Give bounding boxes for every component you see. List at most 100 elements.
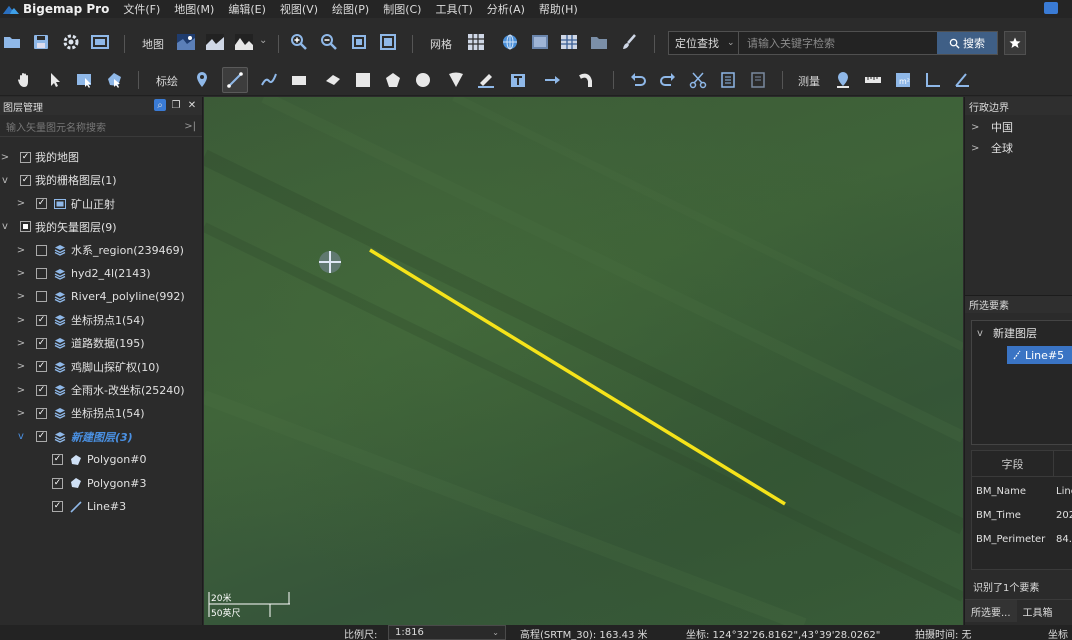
brush-icon[interactable] [619,32,639,52]
search-input[interactable] [739,32,937,54]
measure-point-icon[interactable] [833,70,853,90]
layer-visibility-checkbox[interactable]: ✓ [36,314,47,326]
full-extent-icon[interactable] [378,32,398,52]
layer-tree-row[interactable]: ✓ Line#3 [32,496,126,518]
chevron-right-icon[interactable]: > [0,152,10,163]
layer-tree-row[interactable]: > ✓ 全雨水-改坐标(25240) [16,379,185,401]
admin-item-global[interactable]: > 全球 [971,138,1013,158]
layer-tree-row[interactable]: > hyd2_4l(2143) [16,263,151,285]
selection-layer-node[interactable]: v 新建图层 [977,323,1037,343]
layer-tree-row[interactable]: v 我的矢量图层(9) [0,216,117,238]
menu-cartography[interactable]: 制图(C) [383,1,421,17]
redo-icon[interactable] [658,70,678,90]
layer-visibility-checkbox[interactable]: ✓ [36,384,47,396]
draw-line-icon[interactable] [222,67,248,93]
map-dropdown-chevron-icon[interactable]: ⌄ [259,35,267,46]
menu-file[interactable]: 文件(F) [123,1,160,17]
draw-rectangle-icon[interactable] [289,70,309,90]
layer-tree-row[interactable]: ✓ Polygon#3 [32,472,146,494]
search-icon[interactable]: ⌕ [154,99,166,111]
layer-tree-row[interactable]: v ✓ 新建图层(3) [16,426,133,448]
chevron-right-icon[interactable]: > [16,198,26,209]
scale-dropdown[interactable]: 1:816 ⌄ [388,625,506,640]
satellite-map-icon[interactable] [176,32,196,52]
layer-tree-row[interactable]: ✓ Polygon#0 [32,449,146,471]
undo-icon[interactable] [628,70,648,90]
copy-icon[interactable] [718,70,738,90]
chat-icon[interactable] [1044,2,1058,14]
draw-polygon-icon[interactable] [383,70,403,90]
folder-icon[interactable] [589,32,609,52]
layer-visibility-checkbox[interactable] [36,268,47,279]
search-type-dropdown[interactable]: 定位查找 ⌄ [669,32,739,54]
chevron-right-icon[interactable]: > [16,268,26,279]
zoom-out-icon[interactable] [319,32,339,52]
menu-draw[interactable]: 绘图(P) [332,1,369,17]
layer-visibility-checkbox[interactable]: ✓ [36,337,47,349]
layer-tree-row[interactable]: > ✓ 道路数据(195) [16,332,145,354]
search-button[interactable]: 搜索 [937,32,997,54]
measure-azimuth-icon[interactable] [952,70,972,90]
menu-edit[interactable]: 编辑(E) [228,1,266,17]
layer-tree-row[interactable]: > ✓ 坐标拐点1(54) [16,309,145,331]
measure-distance-icon[interactable] [863,70,883,90]
draw-text-icon[interactable] [476,70,496,90]
close-icon[interactable]: ✕ [186,99,198,111]
hybrid-map-icon[interactable] [205,32,225,52]
draw-polyline-icon[interactable] [259,70,279,90]
measure-area-icon[interactable]: m² [893,70,913,90]
layer-visibility-checkbox[interactable]: ✓ [52,501,63,512]
layer-visibility-checkbox[interactable]: ✓ [36,361,47,373]
collapse-panel-icon[interactable]: >| [184,121,196,132]
chevron-down-icon[interactable]: v [0,221,10,232]
layer-visibility-checkbox[interactable]: ✓ [36,431,47,443]
admin-item-china[interactable]: > 中国 [971,117,1013,137]
terrain-map-icon[interactable] [234,32,254,52]
favorite-star-button[interactable] [1004,31,1026,55]
select-arrow-icon[interactable] [45,70,65,90]
chevron-down-icon[interactable]: v [16,431,26,442]
select-feature-icon[interactable] [105,70,125,90]
select-area-icon[interactable] [75,70,95,90]
chevron-down-icon[interactable]: v [0,175,10,186]
globe-icon[interactable] [500,32,520,52]
layer-tree-row[interactable]: > River4_polyline(992) [16,286,185,308]
layer-visibility-checkbox[interactable]: ✓ [52,477,63,489]
layer-visibility-checkbox[interactable] [20,221,31,233]
chevron-right-icon[interactable]: > [16,385,26,396]
layer-visibility-checkbox[interactable]: ✓ [52,454,63,466]
menu-map[interactable]: 地图(M) [174,1,214,17]
layer-visibility-checkbox[interactable]: ✓ [20,174,31,186]
marker-pin-icon[interactable] [192,70,212,90]
tile-grid-icon[interactable] [530,32,550,52]
draw-square-icon[interactable] [353,70,373,90]
chevron-right-icon[interactable]: > [16,245,26,256]
tab-toolbox[interactable]: 工具箱 [1017,600,1059,622]
zoom-in-icon[interactable] [289,32,309,52]
save-icon[interactable] [31,32,51,52]
layer-visibility-checkbox[interactable] [36,291,47,303]
grid-icon[interactable] [466,32,486,52]
layer-tree-row[interactable]: > ✓ 我的地图 [0,146,79,168]
chevron-right-icon[interactable]: > [16,291,26,302]
settings-gear-icon[interactable] [61,32,81,52]
draw-sector-icon[interactable] [446,70,466,90]
layer-visibility-checkbox[interactable]: ✓ [36,198,47,210]
menu-tools[interactable]: 工具(T) [435,1,472,17]
draw-curved-arrow-icon[interactable] [577,70,597,90]
float-window-icon[interactable]: ❐ [170,99,182,111]
layer-tree-row[interactable]: > 水系_region(239469) [16,239,184,261]
layer-tree-row[interactable]: v ✓ 我的栅格图层(1) [0,169,117,191]
selection-item-line[interactable]: Line#5 [1007,346,1072,364]
chevron-right-icon[interactable]: > [16,408,26,419]
text-box-icon[interactable] [508,70,528,90]
table-grid-icon[interactable] [559,32,579,52]
cut-scissors-icon[interactable] [688,70,708,90]
layer-tree-row[interactable]: > ✓ 矿山正射 [16,193,115,215]
map-canvas[interactable]: 20米 50英尺 [204,97,963,625]
open-folder-icon[interactable] [2,32,22,52]
chevron-right-icon[interactable]: > [16,315,26,326]
layer-visibility-checkbox[interactable]: ✓ [20,151,31,163]
menu-help[interactable]: 帮助(H) [539,1,578,17]
drawn-line-feature[interactable] [369,248,786,506]
